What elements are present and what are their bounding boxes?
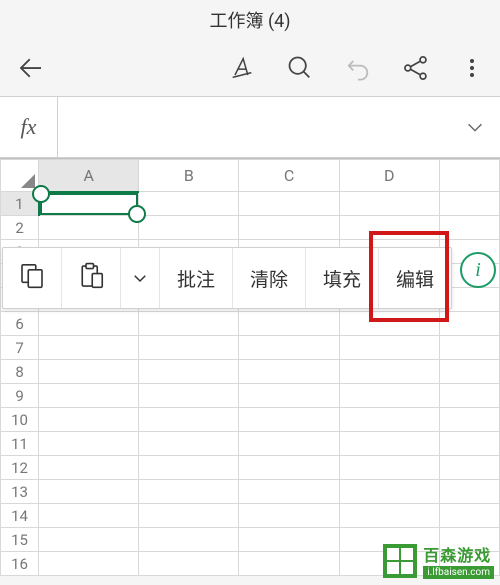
row-header-6[interactable]: 6: [1, 312, 39, 336]
undo-icon[interactable]: [344, 54, 372, 82]
more-icon[interactable]: [460, 54, 484, 82]
row-header-14[interactable]: 14: [1, 504, 39, 528]
watermark-url: i.lfbaisen.com: [423, 566, 494, 579]
spreadsheet-grid[interactable]: A B C D 1 2 3 4 5 6 7 8 9 10 11 12 13 14…: [0, 158, 500, 576]
clipboard-icon: [76, 261, 106, 296]
col-header-D[interactable]: D: [339, 160, 439, 192]
workbook-title: 工作簿 (4): [209, 7, 290, 33]
search-icon[interactable]: [286, 54, 314, 82]
watermark: 百森游戏 i.lfbaisen.com: [383, 542, 494, 579]
fx-label[interactable]: fx: [0, 97, 58, 157]
row-header-16[interactable]: 16: [1, 552, 39, 576]
formula-bar: fx: [0, 96, 500, 158]
watermark-logo-icon: [383, 544, 417, 578]
col-header-B[interactable]: B: [139, 160, 239, 192]
formula-expand[interactable]: [450, 116, 500, 138]
select-all-corner[interactable]: [1, 160, 39, 192]
row-header-2[interactable]: 2: [1, 216, 39, 240]
row-header-8[interactable]: 8: [1, 360, 39, 384]
row-header-10[interactable]: 10: [1, 408, 39, 432]
annotate-button[interactable]: 批注: [160, 248, 233, 308]
col-header-A[interactable]: A: [39, 160, 139, 192]
row-header-15[interactable]: 15: [1, 528, 39, 552]
formula-input[interactable]: [58, 97, 450, 157]
row-header-1[interactable]: 1: [1, 192, 39, 216]
row-header-9[interactable]: 9: [1, 384, 39, 408]
row-header-13[interactable]: 13: [1, 480, 39, 504]
col-header-C[interactable]: C: [239, 160, 339, 192]
top-toolbar: [0, 40, 500, 96]
copy-icon: [17, 261, 47, 296]
row-header-12[interactable]: 12: [1, 456, 39, 480]
paste-button[interactable]: [62, 248, 121, 308]
copy-button[interactable]: [3, 248, 62, 308]
context-menu: 批注 清除 填充 编辑: [2, 247, 452, 309]
col-header-extra[interactable]: [439, 160, 499, 192]
edit-button[interactable]: 编辑: [379, 248, 451, 308]
clear-button[interactable]: 清除: [233, 248, 306, 308]
back-button[interactable]: [16, 53, 56, 83]
share-icon[interactable]: [402, 54, 430, 82]
fill-button[interactable]: 填充: [306, 248, 379, 308]
watermark-title: 百森游戏: [423, 542, 494, 566]
arrow-left-icon: [16, 53, 46, 83]
font-style-icon[interactable]: [228, 54, 256, 82]
info-button[interactable]: i: [460, 252, 496, 288]
row-header-11[interactable]: 11: [1, 432, 39, 456]
header: 工作簿 (4): [0, 0, 500, 40]
row-header-7[interactable]: 7: [1, 336, 39, 360]
paste-options[interactable]: [121, 248, 160, 308]
